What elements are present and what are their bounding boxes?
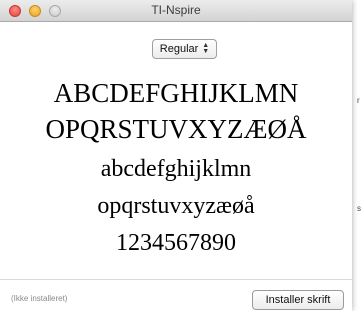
- preview-lowercase-line-2: opqrstuvxyzæøå: [97, 193, 255, 219]
- preview-uppercase-line-1: ABCDEFGHIJKLMN: [53, 78, 299, 108]
- preview-uppercase-line-2: OPQRSTUVXYZÆØÅ: [45, 114, 307, 144]
- install-font-button[interactable]: Installer skrift: [252, 290, 344, 310]
- background-text-fragment: s: [357, 204, 361, 213]
- footer-divider: [0, 279, 352, 280]
- font-preview-window: TI-Nspire Regular ▲ ▼ ABCDEFGHIJKLMN OPQR…: [0, 0, 352, 311]
- window-title: TI-Nspire: [151, 3, 201, 17]
- preview-digits-line: 1234567890: [116, 230, 236, 256]
- font-style-value: Regular: [159, 43, 199, 55]
- font-style-select[interactable]: Regular ▲ ▼: [152, 39, 217, 59]
- updown-arrows-icon: ▲ ▼: [202, 42, 210, 55]
- background-text-fragment: r: [357, 96, 360, 105]
- install-status-text: (Ikke installeret): [11, 294, 68, 303]
- preview-lowercase-line-1: abcdefghijklmn: [100, 156, 252, 182]
- background-window-edge: [352, 0, 361, 311]
- title-bar[interactable]: TI-Nspire: [0, 0, 352, 22]
